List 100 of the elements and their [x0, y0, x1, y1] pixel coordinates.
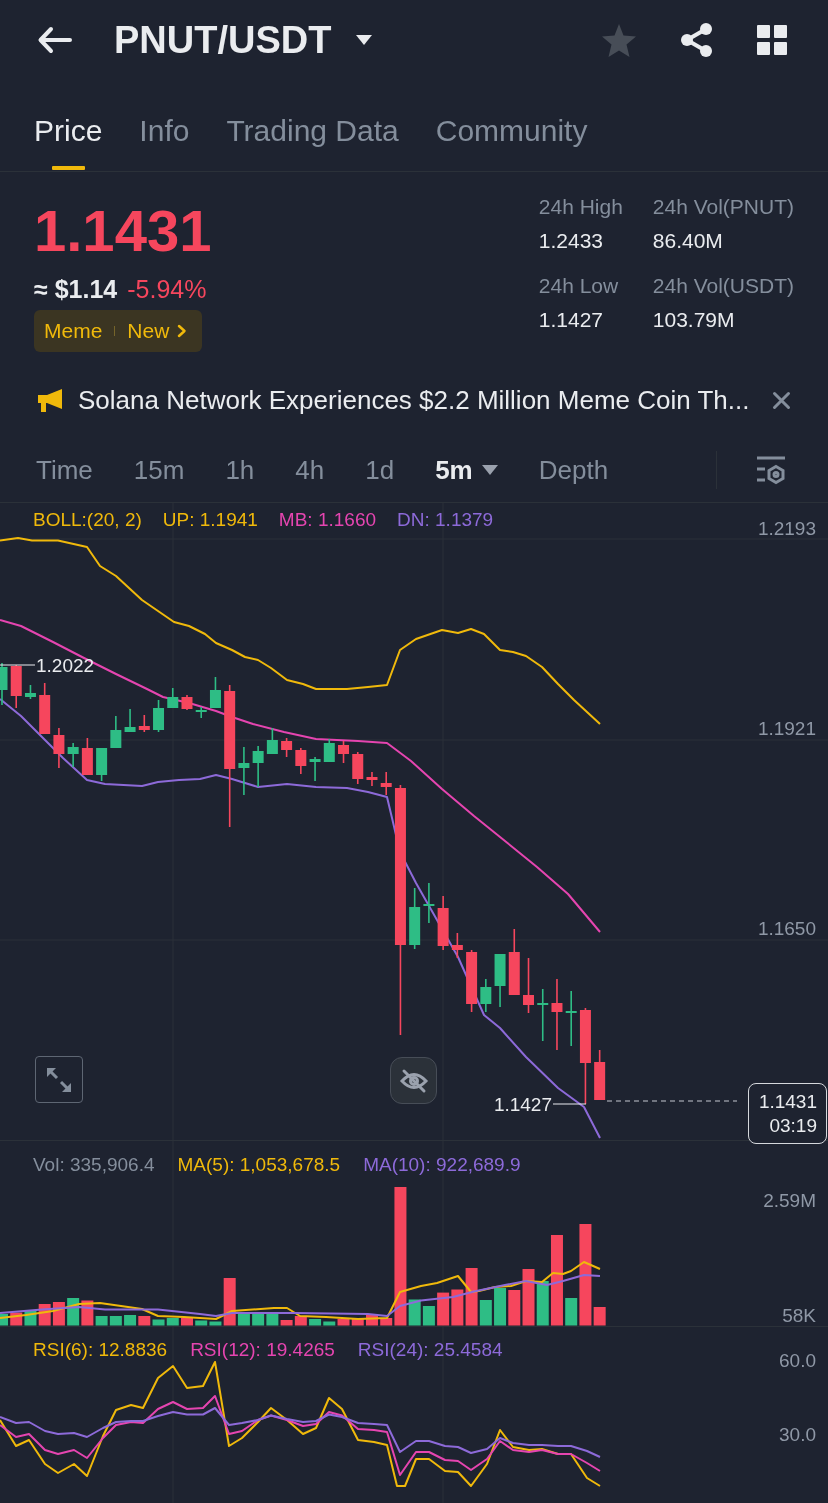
back-arrow-icon[interactable] [38, 27, 72, 53]
axis-label: 58K [782, 1305, 816, 1326]
high-price-label: 1.2022 [36, 655, 95, 676]
legend-label: UP: 1.1941 [162, 508, 258, 532]
chart-settings-icon[interactable] [757, 456, 785, 483]
legend-label: BOLL:(20, 2) [33, 508, 142, 532]
interval-tab[interactable]: Time [36, 453, 93, 486]
last-price-value: 1.1431 [758, 1089, 817, 1114]
chevron-right-icon[interactable] [178, 325, 187, 337]
interval-tab[interactable]: 1h [225, 453, 255, 486]
volume-bar [494, 1288, 507, 1326]
bullish-candle [167, 687, 179, 709]
caret-down-icon[interactable] [356, 35, 373, 45]
interval-tab[interactable]: Depth [538, 453, 609, 486]
bullish-candle [153, 699, 165, 733]
bullish-candle [24, 684, 36, 700]
news-headline[interactable]: Solana Network Experiences $2.2 Million Meme Coin Th... [78, 384, 750, 416]
tab[interactable]: Info [139, 114, 190, 171]
bearish-candle [138, 714, 150, 733]
axis-label: 1.1921 [757, 718, 816, 739]
volume-bar [109, 1316, 122, 1326]
last-price: 1.1431 [34, 198, 212, 264]
pair-title[interactable]: PNUT/USDT [114, 18, 332, 62]
legend-label: DN: 1.1379 [397, 508, 494, 532]
bearish-candle [281, 737, 293, 758]
stat-label: 24h Vol(PNUT) [652, 194, 794, 220]
bullish-candle [110, 715, 122, 749]
stat-value: 1.2433 [538, 228, 604, 254]
eye-slash-icon [399, 1068, 428, 1093]
bullish-candle [0, 662, 8, 706]
legend-label: MA(5): 1,053,678.5 [177, 1153, 341, 1177]
bullish-candle [238, 746, 250, 796]
countdown-timer: 03:19 [769, 1113, 817, 1138]
close-icon[interactable] [773, 391, 790, 409]
stat-value: 103.79M [652, 307, 736, 333]
expand-button[interactable] [35, 1056, 83, 1103]
interval-tab[interactable]: 4h [295, 453, 325, 486]
stat-label: 24h Vol(USDT) [652, 273, 794, 299]
legend-label: Vol: 335,906.4 [33, 1153, 155, 1177]
bullish-candle [96, 747, 108, 782]
leader-line [0, 664, 36, 666]
bullish-candle [67, 742, 79, 768]
caret-down-icon [481, 464, 498, 475]
bearish-candle [508, 928, 520, 996]
low-price-label: 1.1427 [493, 1094, 552, 1115]
bearish-candle [380, 771, 392, 796]
bearish-candle [39, 682, 51, 735]
axis-label: 1.1650 [757, 918, 816, 939]
interval-tab[interactable]: 5m [435, 453, 498, 486]
bullish-candle [409, 887, 421, 950]
bullish-candle [494, 953, 506, 1008]
interval-tab[interactable]: 15m [133, 453, 185, 486]
legend-label: RSI(6): 12.8836 [33, 1338, 168, 1362]
expand-icon [47, 1067, 71, 1092]
tag-link[interactable]: New [127, 317, 170, 345]
bearish-candle [451, 932, 463, 959]
bullish-candle [266, 727, 278, 755]
usd-price: ≈ $1.14 [34, 274, 118, 305]
bullish-candle [480, 978, 492, 1013]
volume-bar [0, 1314, 8, 1326]
star-icon[interactable] [602, 23, 636, 57]
volume-bar [138, 1316, 151, 1326]
bearish-candle [53, 727, 65, 769]
legend-label: RSI(24): 25.4584 [357, 1338, 503, 1362]
bullish-candle [537, 988, 549, 1042]
bearish-candle [466, 949, 478, 1013]
bullish-candle [252, 745, 264, 788]
grid-icon[interactable] [757, 25, 787, 55]
volume-bar [422, 1306, 435, 1326]
stat-label: 24h High [538, 194, 624, 220]
legend-label: MB: 1.1660 [278, 508, 377, 532]
interval-tab[interactable]: 1d [365, 453, 395, 486]
volume-bar [437, 1292, 450, 1326]
visibility-button[interactable] [390, 1057, 437, 1104]
axis-label: 2.59M [763, 1190, 816, 1211]
volume-bar [252, 1314, 265, 1326]
bullish-candle [209, 676, 221, 709]
volume-bar [181, 1318, 193, 1326]
bullish-candle [565, 990, 577, 1047]
bearish-candle [10, 664, 22, 709]
bearish-candle [181, 694, 193, 711]
tab[interactable]: Trading Data [226, 114, 399, 171]
stat-value: 86.40M [652, 228, 724, 254]
tab[interactable]: Price [34, 114, 103, 171]
price-change: -5.94% [127, 274, 207, 305]
share-icon[interactable] [681, 23, 712, 57]
bullish-candle [124, 708, 136, 733]
bullish-candle [309, 756, 321, 782]
legend-label: MA(10): 922,689.9 [363, 1153, 521, 1177]
stat-value: 1.1427 [538, 307, 604, 333]
bullish-candle [423, 882, 435, 924]
bearish-candle [523, 957, 534, 1014]
bearish-candle [338, 740, 349, 764]
stat-label: 24h Low [538, 273, 620, 299]
tab[interactable]: Community [435, 114, 588, 171]
tag-link[interactable]: Meme [44, 317, 103, 345]
leader-line [552, 1103, 587, 1105]
legend-label: RSI(12): 19.4265 [190, 1338, 335, 1362]
bullish-candle [323, 738, 335, 763]
axis-label: 60.0 [779, 1350, 816, 1371]
